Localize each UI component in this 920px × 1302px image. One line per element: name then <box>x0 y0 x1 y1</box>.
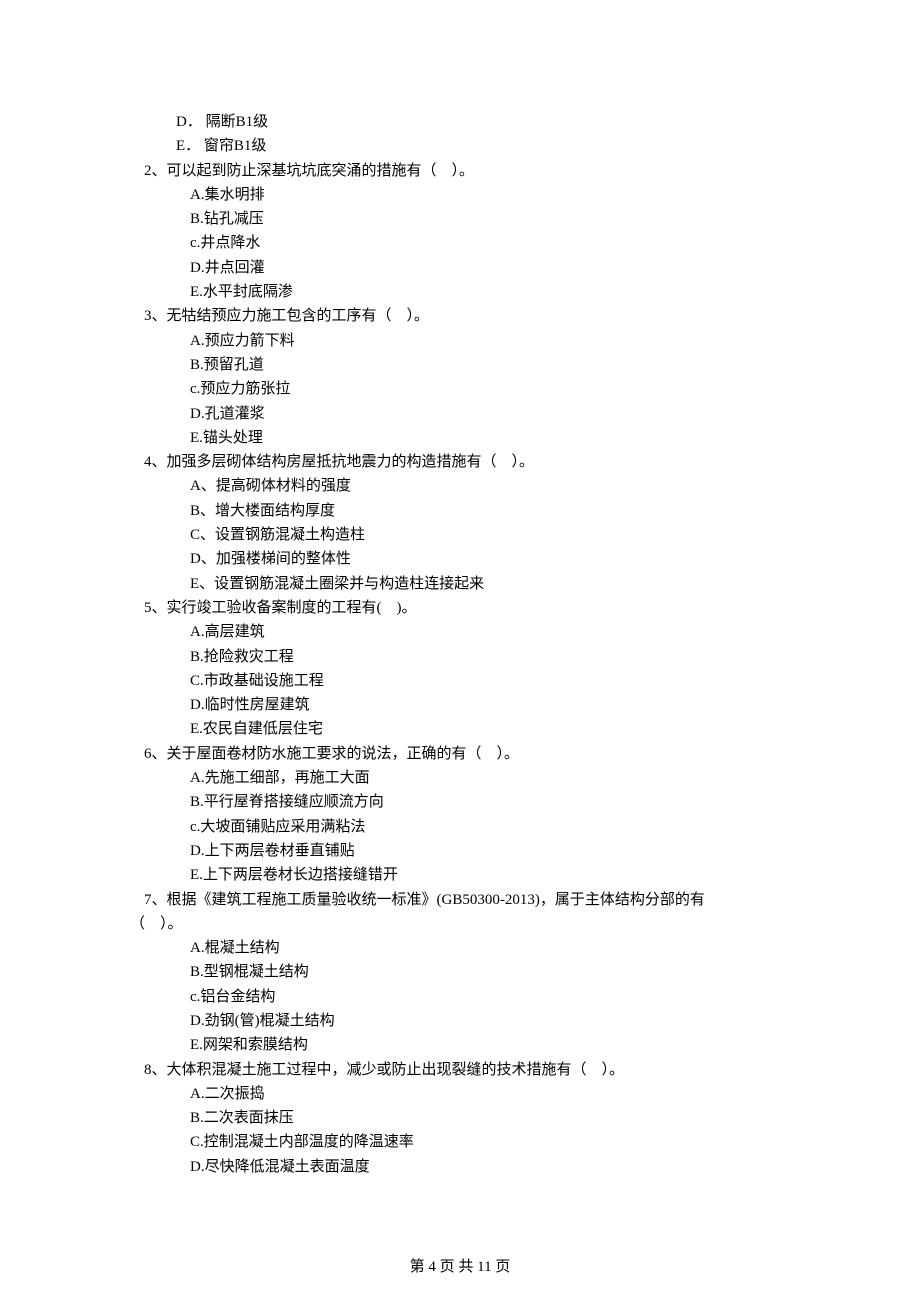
option: E.网架和索膜结构 <box>130 1033 790 1057</box>
option: C、设置钢筋混凝土构造柱 <box>130 523 790 547</box>
option: D.尽快降低混凝土表面温度 <box>130 1155 790 1179</box>
option: D、加强楼梯间的整体性 <box>130 547 790 571</box>
option: c.井点降水 <box>130 231 790 255</box>
option: C.控制混凝土内部温度的降温速率 <box>130 1130 790 1154</box>
page-footer: 第 4 页 共 11 页 <box>0 1255 920 1276</box>
option: D.井点回灌 <box>130 256 790 280</box>
option: E、设置钢筋混凝土圈梁并与构造柱连接起来 <box>130 572 790 596</box>
question-stem: 5、实行竣工验收备案制度的工程有( )。 <box>130 596 790 620</box>
question-stem: 3、无牯结预应力施工包含的工序有（ ）。 <box>130 304 790 328</box>
option: C.市政基础设施工程 <box>130 669 790 693</box>
option: B.预留孔道 <box>130 353 790 377</box>
option: A.预应力箭下料 <box>130 329 790 353</box>
option: E.农民自建低层住宅 <box>130 717 790 741</box>
option: B.二次表面抹压 <box>130 1106 790 1130</box>
option: D.孔道灌浆 <box>130 402 790 426</box>
option: c.大坡面铺贴应采用满粘法 <box>130 815 790 839</box>
question-stem: 4、加强多层砌体结构房屋抵抗地震力的构造措施有（ ）。 <box>130 450 790 474</box>
option: D.临时性房屋建筑 <box>130 693 790 717</box>
option: D.上下两层卷材垂直铺贴 <box>130 839 790 863</box>
question-stem: 7、根据《建筑工程施工质量验收统一标准》(GB50300-2013)，属于主体结… <box>130 888 790 912</box>
orphan-option: E． 窗帘B1级 <box>130 134 790 158</box>
option: B、增大楼面结构厚度 <box>130 499 790 523</box>
orphan-option: D． 隔断B1级 <box>130 110 790 134</box>
orphan-options-block: D． 隔断B1级E． 窗帘B1级 <box>130 110 790 159</box>
page-content: D． 隔断B1级E． 窗帘B1级 2、可以起到防止深基坑坑底突涌的措施有（ ）。… <box>0 0 920 1302</box>
question-stem: 6、关于屋面卷材防水施工要求的说法，正确的有（ ）。 <box>130 742 790 766</box>
question-stem-cont: （ ）。 <box>130 912 790 936</box>
option: c.预应力筋张拉 <box>130 377 790 401</box>
question-stem: 8、大体积混凝土施工过程中，减少或防止出现裂缝的技术措施有（ ）。 <box>130 1058 790 1082</box>
option: B.型钢棍凝土结构 <box>130 960 790 984</box>
footer-text: 第 4 页 共 11 页 <box>410 1259 511 1275</box>
option: E.锚头处理 <box>130 426 790 450</box>
option: A、提高砌体材料的强度 <box>130 474 790 498</box>
option: E.水平封底隔渗 <box>130 280 790 304</box>
option: B.平行屋脊搭接缝应顺流方向 <box>130 790 790 814</box>
question-stem: 2、可以起到防止深基坑坑底突涌的措施有（ ）。 <box>130 159 790 183</box>
option: B.钻孔减压 <box>130 207 790 231</box>
option: A.棍凝土结构 <box>130 936 790 960</box>
option: B.抢险救灾工程 <box>130 645 790 669</box>
option: E.上下两层卷材长边搭接缝错开 <box>130 863 790 887</box>
option: D.劲钢(管)棍凝土结构 <box>130 1009 790 1033</box>
option: c.铝台金结构 <box>130 985 790 1009</box>
option: A.高层建筑 <box>130 620 790 644</box>
option: A.二次振捣 <box>130 1082 790 1106</box>
option: A.先施工细部，再施工大面 <box>130 766 790 790</box>
option: A.集水明排 <box>130 183 790 207</box>
questions-block: 2、可以起到防止深基坑坑底突涌的措施有（ ）。A.集水明排B.钻孔减压c.井点降… <box>130 159 790 1179</box>
